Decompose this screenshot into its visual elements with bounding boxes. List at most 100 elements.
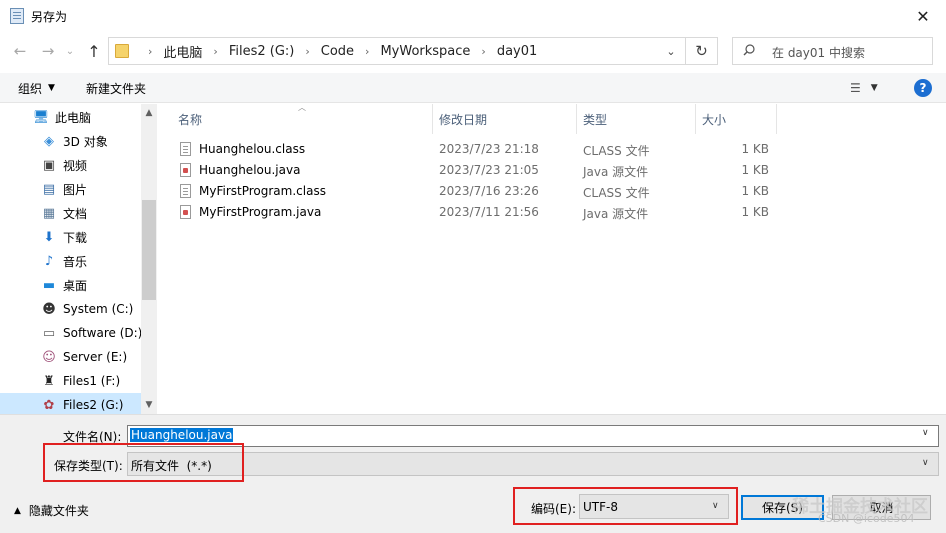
chevron-down-icon[interactable]: ∨ [922, 458, 929, 468]
music-icon: ♪ [44, 253, 54, 269]
sidebar-item-label: Server (E:) [63, 350, 128, 364]
column-header-name[interactable]: 名称 [172, 104, 433, 134]
file-name: Huanghelou.class [199, 142, 306, 156]
file-date: 2023/7/16 23:26 [439, 184, 539, 198]
sidebar-item-music[interactable]: ♪ 音乐 [0, 249, 157, 273]
view-options-button[interactable]: ☰ ▼ [850, 73, 878, 103]
hide-folders-label: 隐藏文件夹 [28, 504, 89, 518]
sidebar-item-drive-e[interactable]: ☺ Server (E:) [0, 345, 157, 369]
search-icon [743, 44, 755, 56]
sidebar-item-videos[interactable]: ▣ 视频 [0, 153, 157, 177]
scroll-up-icon[interactable]: ▲ [141, 106, 157, 120]
sidebar-item-drive-c[interactable]: ☻ System (C:) [0, 297, 157, 321]
navigation-pane: 🖥 此电脑 ◈ 3D 对象 ▣ 视频 ▤ 图片 ▦ 文档 ⬇ 下载 ♪ 音乐 ▬… [0, 104, 157, 414]
breadcrumb-separator: › [481, 44, 486, 58]
chevron-down-icon[interactable]: ⌄ [661, 38, 681, 64]
desktop-icon: ▬ [42, 277, 56, 293]
column-header-type[interactable]: 类型 [577, 104, 696, 134]
filetype-select[interactable]: 所有文件 (*.*) ∨ [127, 452, 939, 476]
file-date: 2023/7/11 21:56 [439, 205, 539, 219]
column-header-size[interactable]: 大小 [696, 104, 777, 134]
help-icon[interactable]: ? [914, 79, 932, 97]
sidebar-item-3d-objects[interactable]: ◈ 3D 对象 [0, 129, 157, 153]
breadcrumb-item[interactable]: Files2 (G:) [229, 44, 295, 59]
highlight-box-encoding [513, 487, 738, 525]
breadcrumb-separator: › [148, 44, 153, 58]
file-type: Java 源文件 [583, 207, 649, 221]
filename-input[interactable]: Huanghelou.java ∨ [127, 425, 939, 447]
refresh-icon[interactable]: ↻ [686, 37, 718, 65]
chevron-down-icon[interactable]: ⌄ [62, 38, 78, 64]
scrollbar-thumb[interactable] [142, 200, 156, 300]
title-bar: 另存为 ✕ [0, 0, 946, 32]
file-row[interactable]: MyFirstProgram.java 2023/7/11 21:56 Java… [160, 202, 780, 223]
column-header-date[interactable]: 修改日期 [433, 104, 577, 134]
scroll-down-icon[interactable]: ▼ [141, 398, 157, 412]
class-file-icon [180, 184, 191, 198]
address-bar[interactable]: › 此电脑 › Files2 (G:) › Code › MyWorkspace… [108, 37, 686, 65]
breadcrumb-item[interactable]: Code [321, 44, 354, 59]
notepad-icon [10, 8, 24, 24]
filename-value: Huanghelou.java [130, 428, 234, 442]
sidebar-item-label: Files2 (G:) [63, 398, 124, 412]
sidebar-item-drive-f[interactable]: ♜ Files1 (F:) [0, 369, 157, 393]
new-folder-button[interactable]: 新建文件夹 [86, 73, 146, 103]
file-name: MyFirstProgram.java [199, 205, 322, 219]
drive-icon: ▭ [42, 325, 56, 341]
file-row[interactable]: Huanghelou.java 2023/7/23 21:05 Java 源文件… [160, 160, 780, 181]
sidebar-item-this-pc[interactable]: 🖥 此电脑 [0, 105, 157, 129]
highlight-box-filetype [43, 443, 244, 482]
sidebar-scrollbar[interactable]: ▲ ▼ [141, 104, 157, 414]
up-arrow-icon[interactable]: ↑ [82, 38, 106, 64]
file-list: ︿ 名称 修改日期 类型 大小 Huanghelou.class 2023/7/… [160, 103, 946, 414]
java-file-icon [180, 163, 191, 177]
forward-arrow-icon[interactable]: → [36, 38, 60, 64]
document-icon: ▦ [42, 205, 56, 221]
file-type: Java 源文件 [583, 165, 649, 179]
file-row[interactable]: Huanghelou.class 2023/7/23 21:18 CLASS 文… [160, 139, 780, 160]
sidebar-item-drive-g[interactable]: ✿ Files2 (G:) [0, 393, 157, 414]
breadcrumb-separator: › [365, 44, 370, 58]
sidebar-item-label: 此电脑 [55, 110, 92, 125]
file-row[interactable]: MyFirstProgram.class 2023/7/16 23:26 CLA… [160, 181, 780, 202]
sidebar-item-label: Software (D:) [63, 326, 143, 340]
back-arrow-icon[interactable]: ← [8, 38, 32, 64]
close-button[interactable]: ✕ [900, 0, 946, 32]
class-file-icon [180, 142, 191, 156]
video-icon: ▣ [42, 157, 56, 173]
organize-button[interactable]: 组织 ▼ [18, 73, 55, 103]
file-date: 2023/7/23 21:18 [439, 142, 539, 156]
file-type: CLASS 文件 [583, 186, 650, 200]
cube-icon: ◈ [44, 133, 54, 149]
search-input[interactable]: 在 day01 中搜索 [732, 37, 933, 65]
caret-down-icon: ▼ [870, 83, 878, 93]
sidebar-item-label: 音乐 [63, 254, 88, 269]
sidebar-item-label: 下载 [63, 230, 88, 245]
drive-icon: ☺ [42, 349, 56, 365]
window-title: 另存为 [31, 10, 68, 24]
drive-icon: ✿ [43, 397, 55, 413]
breadcrumb-item[interactable]: day01 [497, 44, 537, 59]
watermark-credit: CSDN @icode504 [818, 512, 915, 525]
breadcrumb-separator: › [305, 44, 310, 58]
sidebar-item-desktop[interactable]: ▬ 桌面 [0, 273, 157, 297]
sidebar-item-documents[interactable]: ▦ 文档 [0, 201, 157, 225]
file-type: CLASS 文件 [583, 144, 650, 158]
sidebar-item-drive-d[interactable]: ▭ Software (D:) [0, 321, 157, 345]
sidebar-item-label: System (C:) [63, 302, 134, 316]
java-file-icon [180, 205, 191, 219]
breadcrumb-separator: › [213, 44, 218, 58]
hide-folders-toggle[interactable]: ▲ 隐藏文件夹 [14, 502, 89, 519]
sidebar-item-pictures[interactable]: ▤ 图片 [0, 177, 157, 201]
folder-icon [115, 44, 129, 58]
sidebar-item-label: Files1 (F:) [63, 374, 121, 388]
file-name: MyFirstProgram.class [199, 184, 326, 198]
computer-icon: 🖥 [32, 109, 50, 125]
file-size: 1 KB [741, 142, 769, 156]
breadcrumb-item[interactable]: MyWorkspace [380, 44, 470, 59]
chevron-down-icon[interactable]: ∨ [922, 428, 929, 438]
breadcrumb-item[interactable]: 此电脑 [163, 42, 202, 61]
sidebar-item-downloads[interactable]: ⬇ 下载 [0, 225, 157, 249]
picture-icon: ▤ [42, 181, 56, 197]
details-view-icon: ☰ [850, 81, 861, 95]
